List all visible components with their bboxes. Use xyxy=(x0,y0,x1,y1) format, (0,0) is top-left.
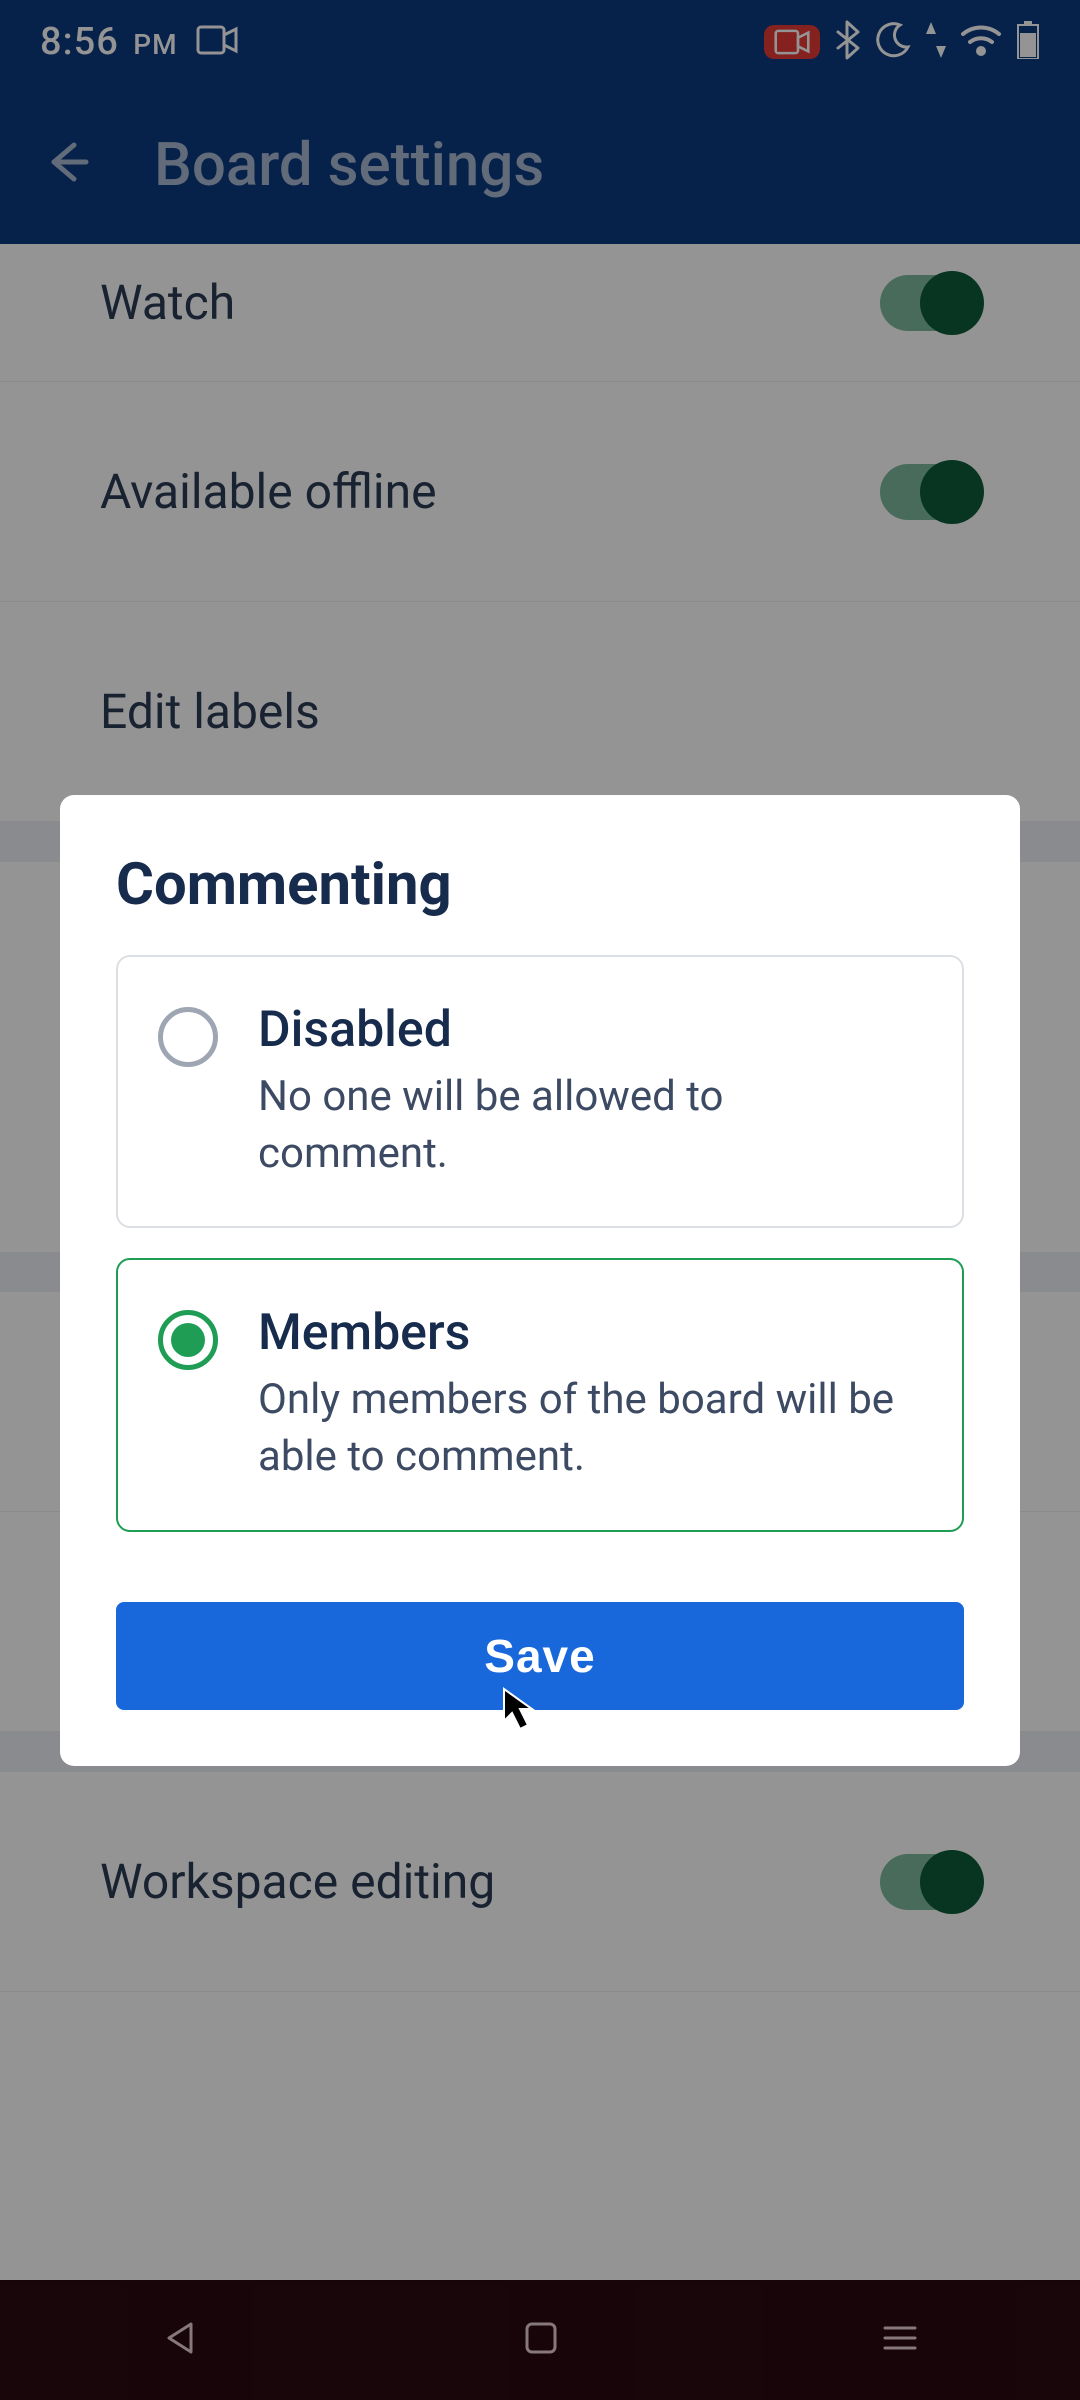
commenting-dialog: Commenting Disabled No one will be allow… xyxy=(60,795,1020,1766)
option-disabled[interactable]: Disabled No one will be allowed to comme… xyxy=(116,955,964,1228)
option-title: Members xyxy=(258,1304,922,1362)
save-button[interactable]: Save xyxy=(116,1602,964,1710)
option-desc: No one will be allowed to comment. xyxy=(258,1069,922,1182)
dialog-title: Commenting xyxy=(116,851,964,919)
option-members[interactable]: Members Only members of the board will b… xyxy=(116,1258,964,1531)
option-title: Disabled xyxy=(258,1001,922,1059)
radio-icon xyxy=(158,1007,218,1067)
option-desc: Only members of the board will be able t… xyxy=(258,1372,922,1485)
radio-icon-selected xyxy=(158,1310,218,1370)
cursor-icon xyxy=(500,1685,540,1725)
